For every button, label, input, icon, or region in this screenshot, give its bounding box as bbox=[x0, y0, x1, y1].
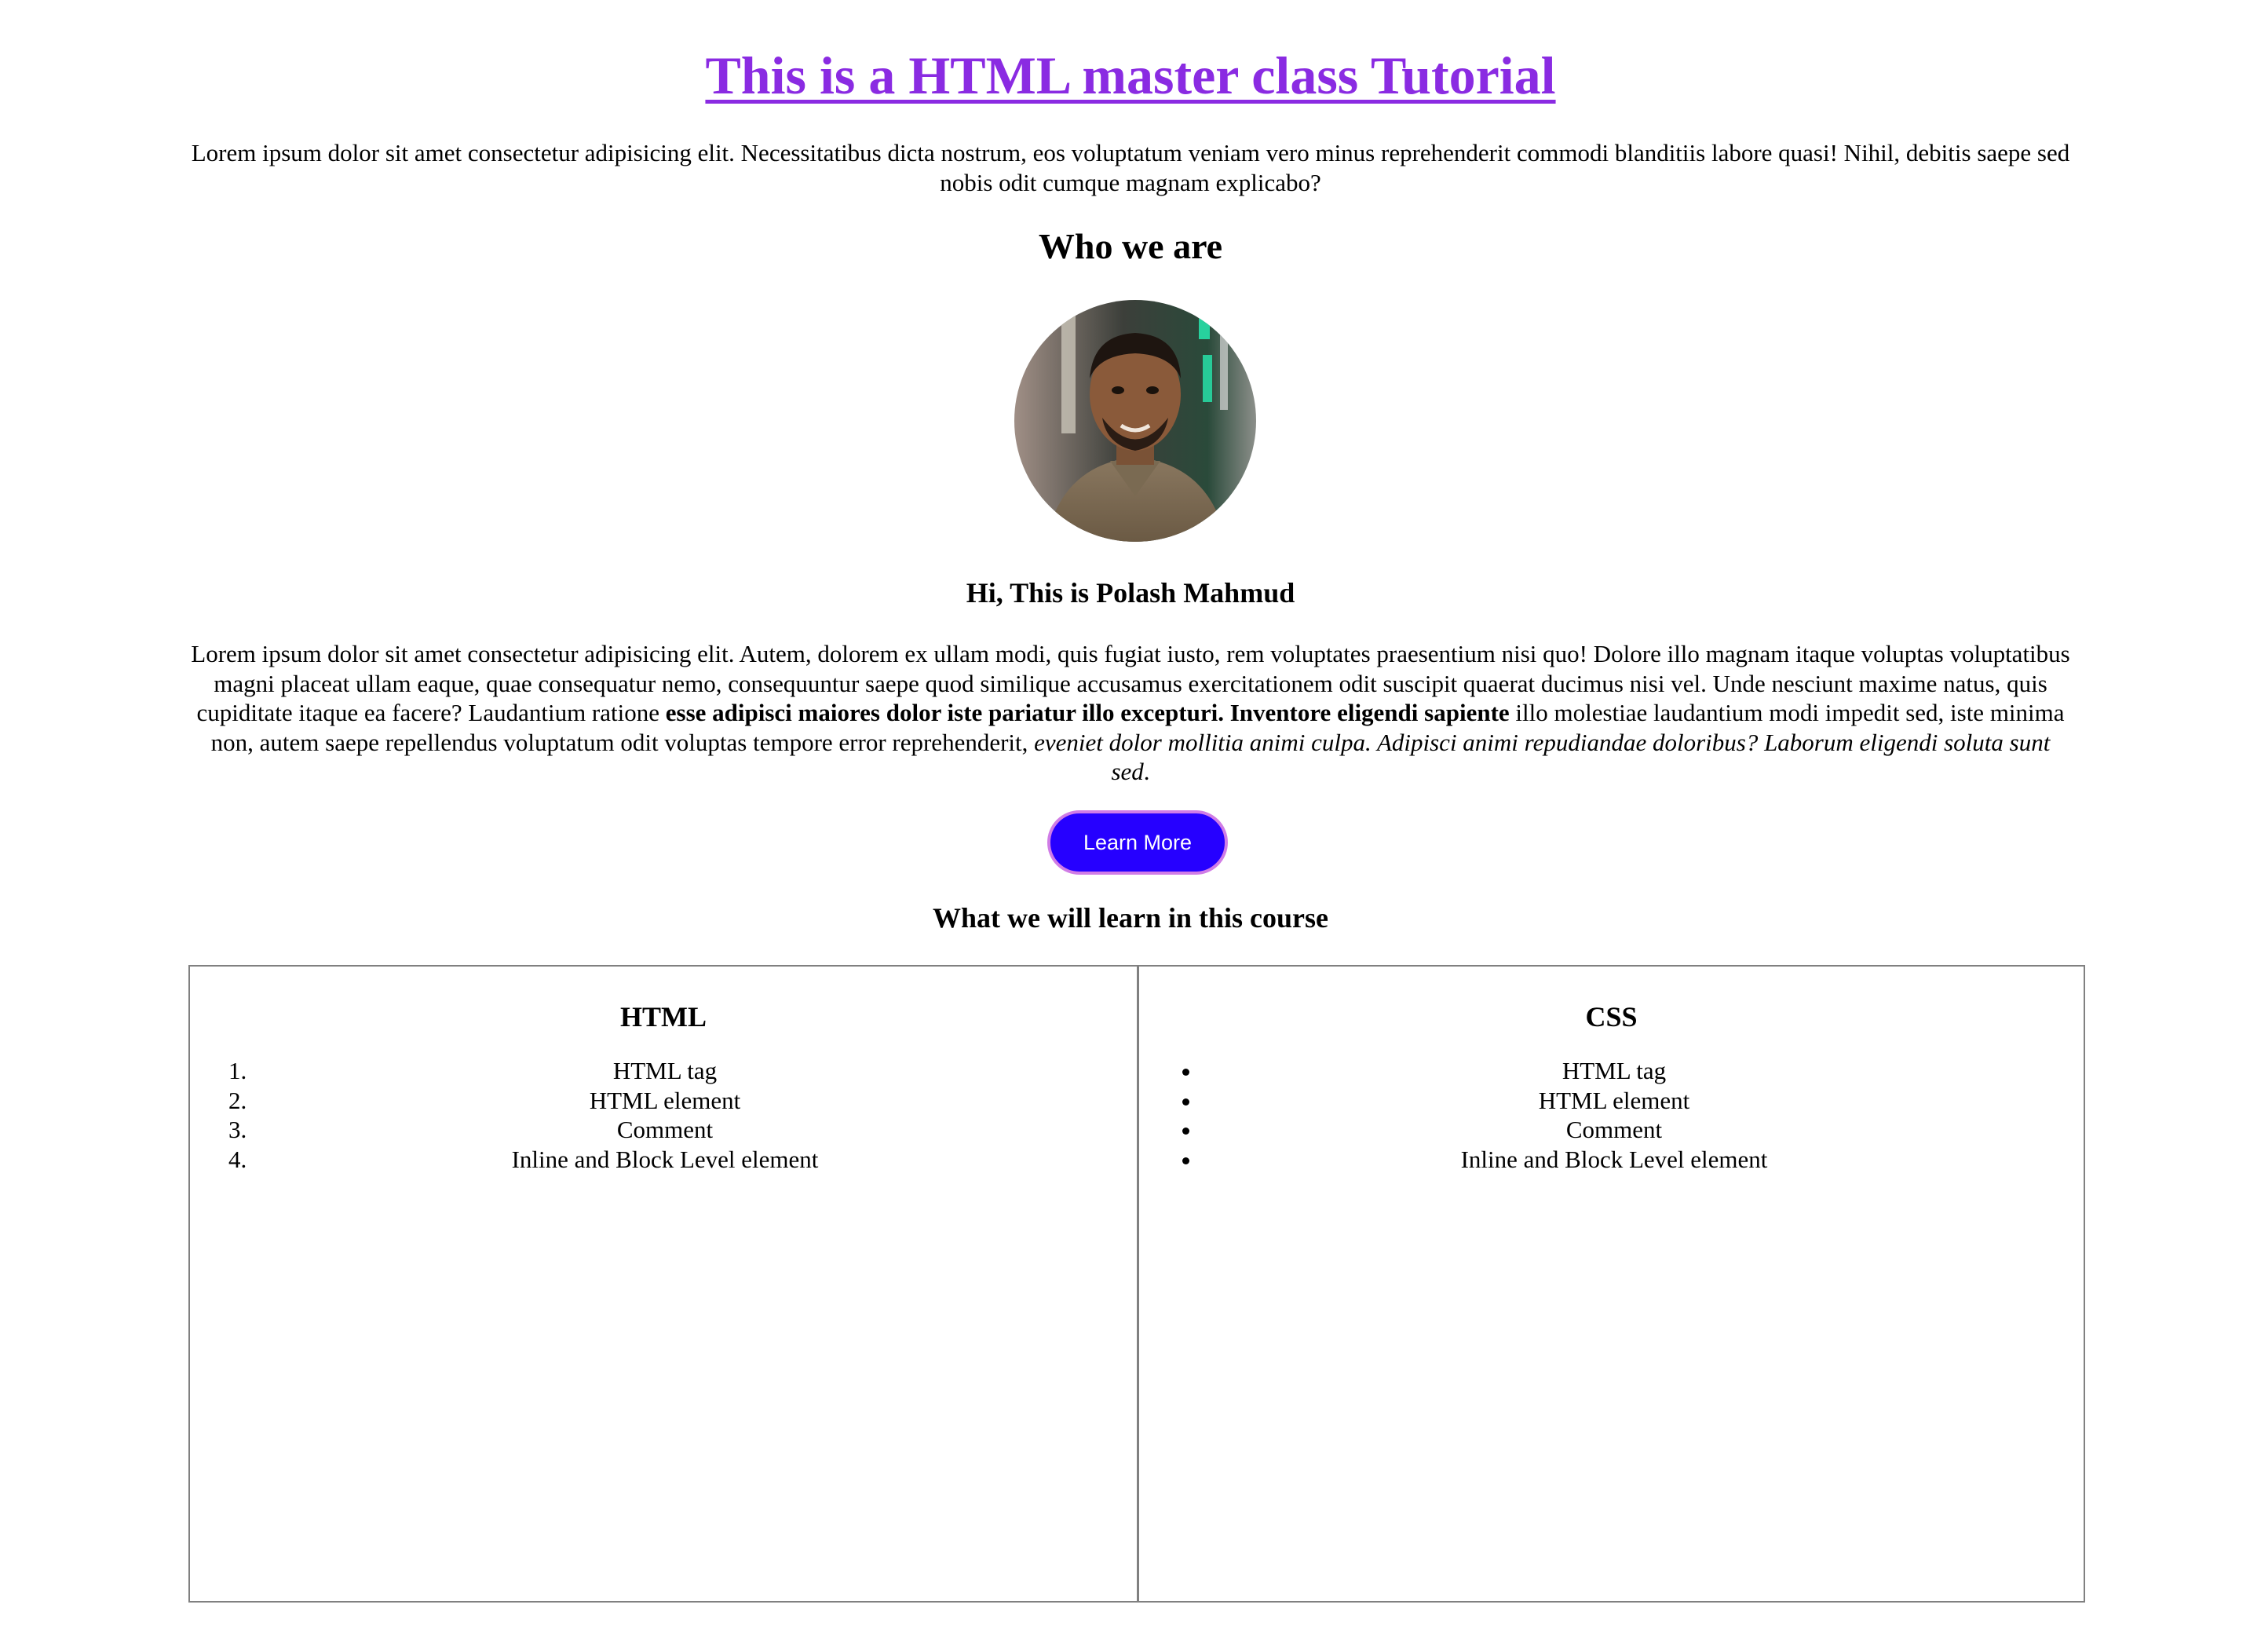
column-title: CSS bbox=[1585, 1001, 1638, 1032]
page-title: This is a HTML master class Tutorial bbox=[0, 41, 2261, 110]
profile-name-heading: Hi, This is Polash Mahmud bbox=[966, 577, 1295, 609]
intro-paragraph: Lorem ipsum dolor sit amet consectetur a… bbox=[191, 139, 2070, 196]
page: This is a HTML master class Tutorial Lor… bbox=[0, 0, 2261, 1652]
css-topic-list: HTML tag HTML element Comment Inline and… bbox=[1139, 1056, 2026, 1174]
learn-more-button[interactable]: Learn More bbox=[1047, 810, 1228, 875]
list-item: Comment bbox=[253, 1115, 1077, 1145]
bio-text: . bbox=[1143, 758, 1150, 785]
page-title-link[interactable]: This is a HTML master class Tutorial bbox=[705, 46, 1555, 105]
course-table: HTML HTML tag HTML element Comment Inlin… bbox=[188, 965, 2085, 1603]
list-item: Inline and Block Level element bbox=[1202, 1145, 2026, 1175]
list-item: HTML element bbox=[253, 1086, 1077, 1116]
course-heading: What we will learn in this course bbox=[933, 902, 1328, 934]
list-item: HTML tag bbox=[1202, 1056, 2026, 1086]
avatar bbox=[1014, 300, 1256, 542]
list-item: HTML element bbox=[1202, 1086, 2026, 1116]
course-column-css: CSS HTML tag HTML element Comment Inline… bbox=[1137, 967, 2084, 1601]
bio-italic-text: eveniet dolor mollitia animi culpa. Adip… bbox=[1034, 728, 2051, 786]
list-item: Inline and Block Level element bbox=[253, 1145, 1077, 1175]
profile-photo-icon bbox=[1014, 300, 1256, 542]
list-item: Comment bbox=[1202, 1115, 2026, 1145]
bio-bold-text: esse adipisci maiores dolor iste pariatu… bbox=[665, 699, 1510, 726]
column-title: HTML bbox=[619, 1001, 707, 1032]
course-column-html: HTML HTML tag HTML element Comment Inlin… bbox=[190, 967, 1137, 1601]
list-item: HTML tag bbox=[253, 1056, 1077, 1086]
html-topic-list: HTML tag HTML element Comment Inline and… bbox=[190, 1056, 1077, 1174]
who-we-are-heading: Who we are bbox=[1038, 226, 1223, 266]
bio-paragraph: Lorem ipsum dolor sit amet consectetur a… bbox=[190, 639, 2071, 787]
